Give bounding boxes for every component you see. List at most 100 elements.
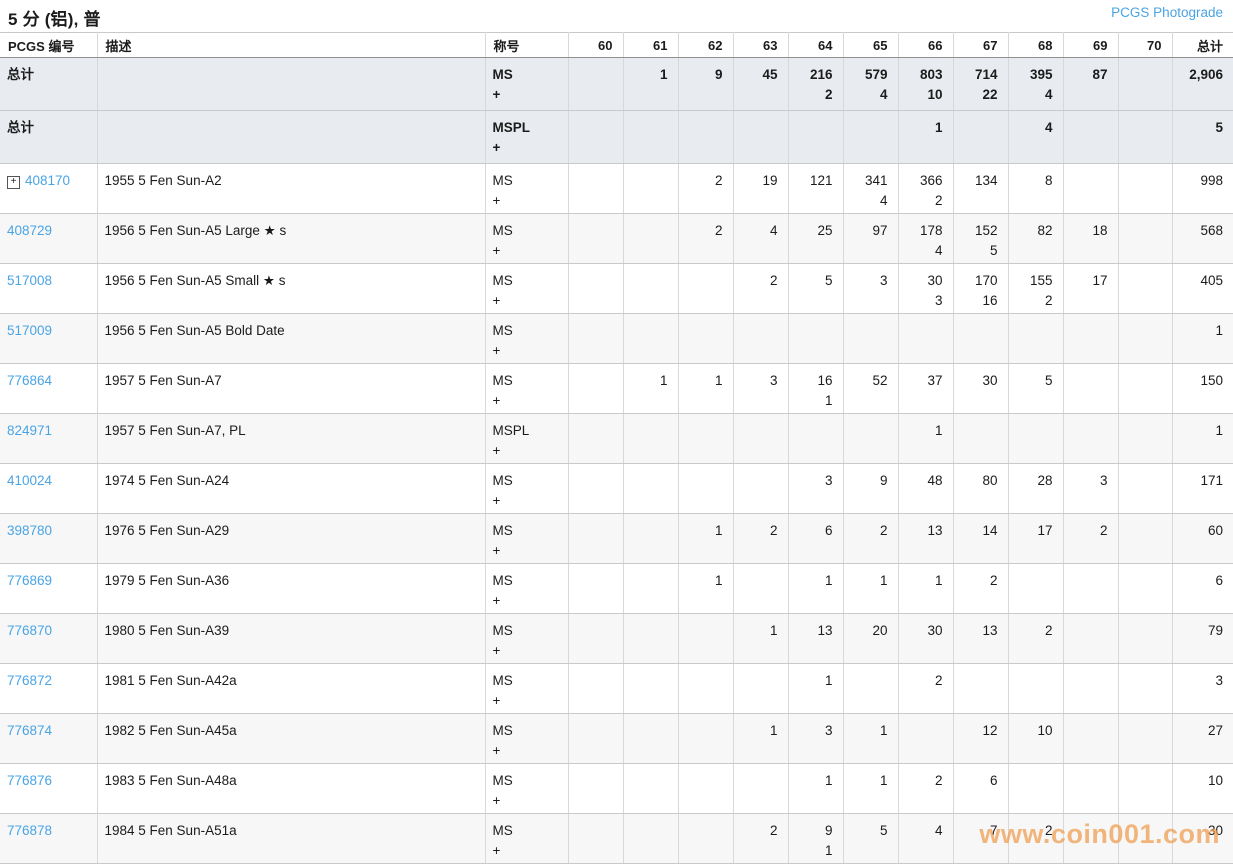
grade-plus-count: 4: [1010, 85, 1053, 105]
grade-cell-60: [568, 314, 623, 364]
grade-cell-61: [623, 764, 678, 814]
page-title: 5 分 (铝), 普: [8, 5, 101, 30]
designation-cell: MS+: [485, 664, 568, 714]
row-total-cell: 6: [1172, 564, 1233, 614]
grade-cell-61: [623, 614, 678, 664]
grade-cell-67: [953, 664, 1008, 714]
grade-cell-68: 82: [1008, 214, 1063, 264]
pcgs-number-cell: 776864: [0, 364, 97, 414]
grade-cell-70: [1118, 764, 1172, 814]
grade-count: 7: [955, 821, 998, 841]
grade-cell-65: 3414: [843, 164, 898, 214]
grade-cell-61: [623, 514, 678, 564]
grade-cell-65: 3: [843, 264, 898, 314]
grade-count: 341: [845, 171, 888, 191]
grade-cell-61: [623, 664, 678, 714]
total-row: 总计MS+19452162579480310714223954872,906: [0, 58, 1233, 111]
designation-label: MS: [493, 271, 567, 291]
total-label: 总计: [7, 120, 34, 135]
grade-count: 9: [790, 821, 833, 841]
row-total-cell: 171: [1172, 464, 1233, 514]
grade-cell-66: 13: [898, 514, 953, 564]
grade-cell-64: 1: [788, 664, 843, 714]
pcgs-number-link[interactable]: 824971: [7, 423, 52, 438]
pcgs-number-link[interactable]: 408729: [7, 223, 52, 238]
grade-count: 87: [1065, 65, 1108, 85]
grade-cell-66: 1: [898, 564, 953, 614]
grade-cell-65: 5794: [843, 58, 898, 111]
grade-cell-69: [1063, 814, 1118, 864]
table-row: 4100241974 5 Fen Sun-A24MS+394880283171: [0, 464, 1233, 514]
grade-count: 121: [790, 171, 833, 191]
grade-cell-64: [788, 314, 843, 364]
grade-cell-64: 161: [788, 364, 843, 414]
pcgs-number-link[interactable]: 776872: [7, 673, 52, 688]
grade-count: 2: [955, 571, 998, 591]
grade-cell-64: 6: [788, 514, 843, 564]
designation-plus: +: [493, 85, 567, 105]
grade-cell-61: [623, 314, 678, 364]
table-row: 8249711957 5 Fen Sun-A7, PLMSPL+11: [0, 414, 1233, 464]
pcgs-number-link[interactable]: 398780: [7, 523, 52, 538]
grade-cell-62: 1: [678, 564, 733, 614]
grade-count: 25: [790, 221, 833, 241]
grade-cell-70: [1118, 214, 1172, 264]
designation-plus: +: [493, 741, 567, 761]
grade-count: 2: [900, 771, 943, 791]
grade-count: 1: [735, 621, 778, 641]
grade-cell-61: 1: [623, 364, 678, 414]
grade-cell-68: [1008, 314, 1063, 364]
pcgs-number-link[interactable]: 776874: [7, 723, 52, 738]
grade-cell-62: 2: [678, 164, 733, 214]
pcgs-number-link[interactable]: 517009: [7, 323, 52, 338]
grade-count: 366: [900, 171, 943, 191]
designation-plus: +: [493, 391, 567, 411]
grade-cell-64: 3: [788, 464, 843, 514]
header-description: 描述: [97, 33, 485, 58]
grade-cell-60: [568, 414, 623, 464]
grade-count: 1: [625, 65, 668, 85]
grade-cell-61: [623, 214, 678, 264]
grade-cell-65: 1: [843, 764, 898, 814]
table-row: 7768781984 5 Fen Sun-A51aMS+291547230: [0, 814, 1233, 864]
grade-cell-70: [1118, 414, 1172, 464]
grade-plus-count: 4: [845, 85, 888, 105]
grade-cell-60: [568, 564, 623, 614]
grade-count: 37: [900, 371, 943, 391]
grade-count: 1: [790, 771, 833, 791]
grade-cell-67: [953, 414, 1008, 464]
grade-cell-67: 14: [953, 514, 1008, 564]
grade-count: 1: [790, 671, 833, 691]
grade-cell-60: [568, 214, 623, 264]
grade-plus-count: 1: [790, 841, 833, 861]
grade-cell-60: [568, 164, 623, 214]
pcgs-number-link[interactable]: 408170: [25, 173, 70, 188]
pcgs-photograde-link[interactable]: PCGS Photograde: [1111, 5, 1223, 20]
pcgs-number-link[interactable]: 776869: [7, 573, 52, 588]
grade-cell-63: [733, 111, 788, 164]
pcgs-number-link[interactable]: 776864: [7, 373, 52, 388]
designation-label: MS: [493, 171, 567, 191]
designation-plus: +: [493, 641, 567, 661]
pcgs-number-link[interactable]: 776870: [7, 623, 52, 638]
designation-label: MS: [493, 571, 567, 591]
grade-plus-count: 2: [1010, 291, 1053, 311]
designation-cell: MS+: [485, 58, 568, 111]
grade-cell-68: 28: [1008, 464, 1063, 514]
header-grade-68: 68: [1008, 33, 1063, 58]
header-grade-63: 63: [733, 33, 788, 58]
grade-cell-67: 30: [953, 364, 1008, 414]
pcgs-number-link[interactable]: 776876: [7, 773, 52, 788]
grade-cell-65: 9: [843, 464, 898, 514]
pcgs-number-link[interactable]: 410024: [7, 473, 52, 488]
grade-cell-70: [1118, 814, 1172, 864]
pcgs-number-link[interactable]: 517008: [7, 273, 52, 288]
grade-cell-65: [843, 111, 898, 164]
grade-cell-60: [568, 364, 623, 414]
grade-count: 20: [845, 621, 888, 641]
grade-cell-66: 1784: [898, 214, 953, 264]
expand-icon[interactable]: +: [7, 176, 20, 189]
grade-cell-61: [623, 464, 678, 514]
total-label: 总计: [7, 67, 34, 82]
pcgs-number-link[interactable]: 776878: [7, 823, 52, 838]
